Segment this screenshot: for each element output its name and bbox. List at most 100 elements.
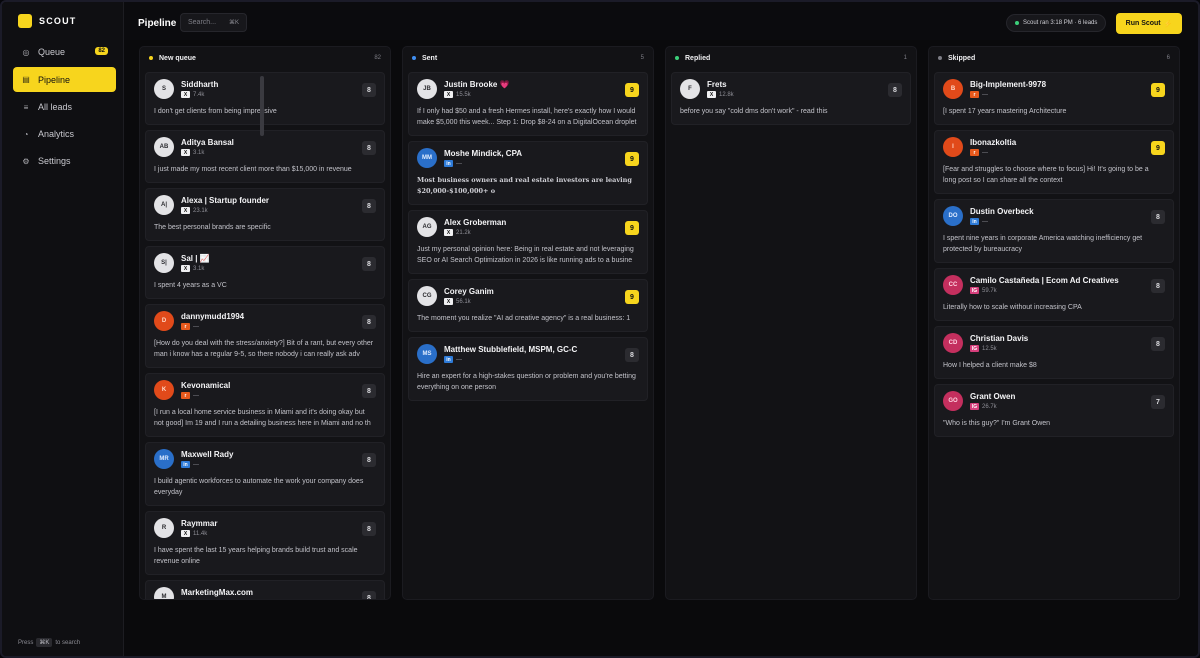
lead-meta: Aditya Bansal X 3.1k [181,137,234,156]
sidebar-item-all-leads[interactable]: ≡ All leads [13,95,116,119]
card-header: CD Christian Davis IG 12.5k [943,333,1165,357]
lead-name: dannymudd1994 [181,312,245,321]
lead-card[interactable]: M MarketingMax.com X57.5k 8 [145,580,385,601]
lead-snippet: I spent nine years in corporate America … [943,235,1143,253]
brand[interactable]: SCOUT [18,14,77,28]
card-header: DO Dustin Overbeck in — [943,206,1165,230]
ig-platform-icon: IG [970,345,979,352]
scout-logo-icon [18,14,32,28]
lead-card[interactable]: CD Christian Davis IG 12.5k 8 How I helped a … [934,326,1174,379]
link-platform-icon: in [181,461,190,468]
x-platform-icon: X [181,265,190,272]
search-input[interactable]: Search... ⌘K [180,13,247,32]
lead-meta: Ibonazkoltia r — [970,137,1016,156]
lead-card[interactable]: AG Alex Groberman X 21.2k 9 Just my personal … [408,210,648,274]
lead-card[interactable]: AB Aditya Bansal X 3.1k 8 I just made my most… [145,130,385,183]
sidebar-item-queue[interactable]: ◎ Queue 82 [13,40,116,64]
lead-snippet: I build agentic workforces to automate t… [154,478,364,496]
avatar: B [943,79,963,99]
lead-meta: Alexa | Startup founder X 23.1k [181,195,269,214]
lead-score-badge: 9 [625,290,639,304]
lead-meta: Moshe Mindick, CPA in — [444,148,522,167]
lead-score-badge: 8 [1151,279,1165,293]
follower-count: 12.8k [719,91,734,98]
lead-score-badge: 8 [362,315,376,329]
avatar: MM [417,148,437,168]
card-list: S Siddharth X 7.4k 8 I don't get clients from… [140,69,390,601]
lead-card[interactable]: MM Moshe Mindick, CPA in — 9 Most business ow… [408,141,648,205]
follower-count: — [456,356,462,363]
status-dot-icon [1015,21,1019,25]
lead-sub: X 3.1k [181,149,234,156]
column-count: 5 [640,55,644,61]
lead-snippet: If I only had $50 and a fresh Hermes ins… [417,108,637,126]
lead-snippet: "Who is this guy?" I'm Grant Owen [943,420,1051,427]
follower-count: 21.2k [456,229,471,236]
card-header: M MarketingMax.com X57.5k [154,587,376,601]
column-title: Skipped [948,54,976,62]
follower-count: 23.1k [193,207,208,214]
lead-snippet: [I spent 17 years mastering Architecture [943,108,1067,115]
lead-card[interactable]: F Frets X 12.8k 8 before you say "cold dms do… [671,72,911,125]
follower-count: — [456,160,462,167]
lead-card[interactable]: R Raymmar X 11.4k 8 I have spent the last 15 … [145,511,385,575]
lead-score-badge: 7 [1151,395,1165,409]
lead-card[interactable]: DO Dustin Overbeck in — 8 I spent nine years … [934,199,1174,263]
hint-suffix: to search [55,639,81,646]
lead-snippet: [How do you deal with the stress/anxiety… [154,340,374,358]
reddit-platform-icon: r [970,91,979,98]
lead-score-badge: 8 [362,199,376,213]
lead-score-badge: 8 [362,591,376,599]
column-header: Replied 1 [666,47,916,69]
follower-count: — [193,461,199,468]
sidebar-item-settings[interactable]: ⚙ Settings [13,149,116,173]
lead-card[interactable]: S| Sal | 📈 X 3.1k 8 I spent 4 years as a VC [145,246,385,299]
sidebar-item-label: All leads [38,102,73,112]
lead-card[interactable]: GO Grant Owen IG 26.7k 7 "Who is this guy?" I… [934,384,1174,437]
lead-sub: r — [970,149,1016,156]
card-header: JB Justin Brooke 💗 X 15.5k [417,79,639,103]
lead-score-badge: 9 [625,152,639,166]
follower-count: 57.5k [193,600,208,601]
lead-score-badge: 9 [625,83,639,97]
lead-sub: in — [444,160,522,167]
search-placeholder: Search... [188,19,217,26]
lead-card[interactable]: CC Camilo Castañeda | Ecom Ad Creatives IG… [934,268,1174,321]
lead-card[interactable]: MR Maxwell Rady in — 8 I build agentic workfo… [145,442,385,506]
lead-card[interactable]: I Ibonazkoltia r — 9 [Fear and struggles to c… [934,130,1174,194]
lead-meta: Big-Implement-9978 r — [970,79,1046,98]
column-new-queue: New queue 82 S Siddharth X 7.4k 8 I don't get c… [139,46,391,600]
lead-card[interactable]: CG Corey Ganim X 56.1k 9 The moment you reali… [408,279,648,332]
lead-card[interactable]: JB Justin Brooke 💗 X 15.5k 9 If I only had $5… [408,72,648,136]
avatar: K [154,380,174,400]
lead-card[interactable]: B Big-Implement-9978 r — 9 [I spent 17 years … [934,72,1174,125]
sidebar-item-analytics[interactable]: ◔ Analytics [13,122,116,146]
sidebar-item-label: Pipeline [38,74,71,85]
avatar: R [154,518,174,538]
lead-name: Maxwell Rady [181,450,234,459]
lead-score-badge: 9 [625,221,639,235]
card-header: MR Maxwell Rady in — [154,449,376,473]
run-scout-button[interactable]: Run Scout ⚡ [1116,13,1182,34]
column-skipped: Skipped 6 B Big-Implement-9978 r —9 [I spent 1… [928,46,1180,600]
lead-meta: Dustin Overbeck in — [970,206,1034,225]
sidebar-item-pipeline[interactable]: ▤ Pipeline [13,67,116,92]
lead-card[interactable]: A| Alexa | Startup founder X 23.1k 8 The best… [145,188,385,241]
lead-name: MarketingMax.com [181,588,254,597]
lead-card[interactable]: MS Matthew Stubblefield, MSPM, GC-C in — 8 Hi… [408,337,648,401]
card-header: CG Corey Ganim X 56.1k [417,286,639,310]
lead-sub: X 11.4k [181,530,217,537]
queue-scrollbar[interactable] [260,76,264,136]
lead-card[interactable]: Ddannymudd1994 r — 8 [How do you deal with t… [145,304,385,368]
lead-snippet: Most business owners and real estate inv… [417,176,632,195]
follower-count: 3.1k [193,149,205,156]
hint-prefix: Press [18,639,34,646]
lead-snippet: I just made my most recent client more t… [154,166,352,173]
lead-card[interactable]: K Kevonamical r — 8 [I run a local home servi… [145,373,385,437]
column-status-dot-icon [675,56,679,60]
lead-name: Dustin Overbeck [970,207,1034,216]
link-platform-icon: in [444,160,453,167]
lead-snippet: before you say "cold dms don't work" - r… [680,108,828,115]
lead-card[interactable]: S Siddharth X 7.4k 8 I don't get clients from… [145,72,385,125]
card-header: MS Matthew Stubblefield, MSPM, GC-C in — [417,344,639,368]
